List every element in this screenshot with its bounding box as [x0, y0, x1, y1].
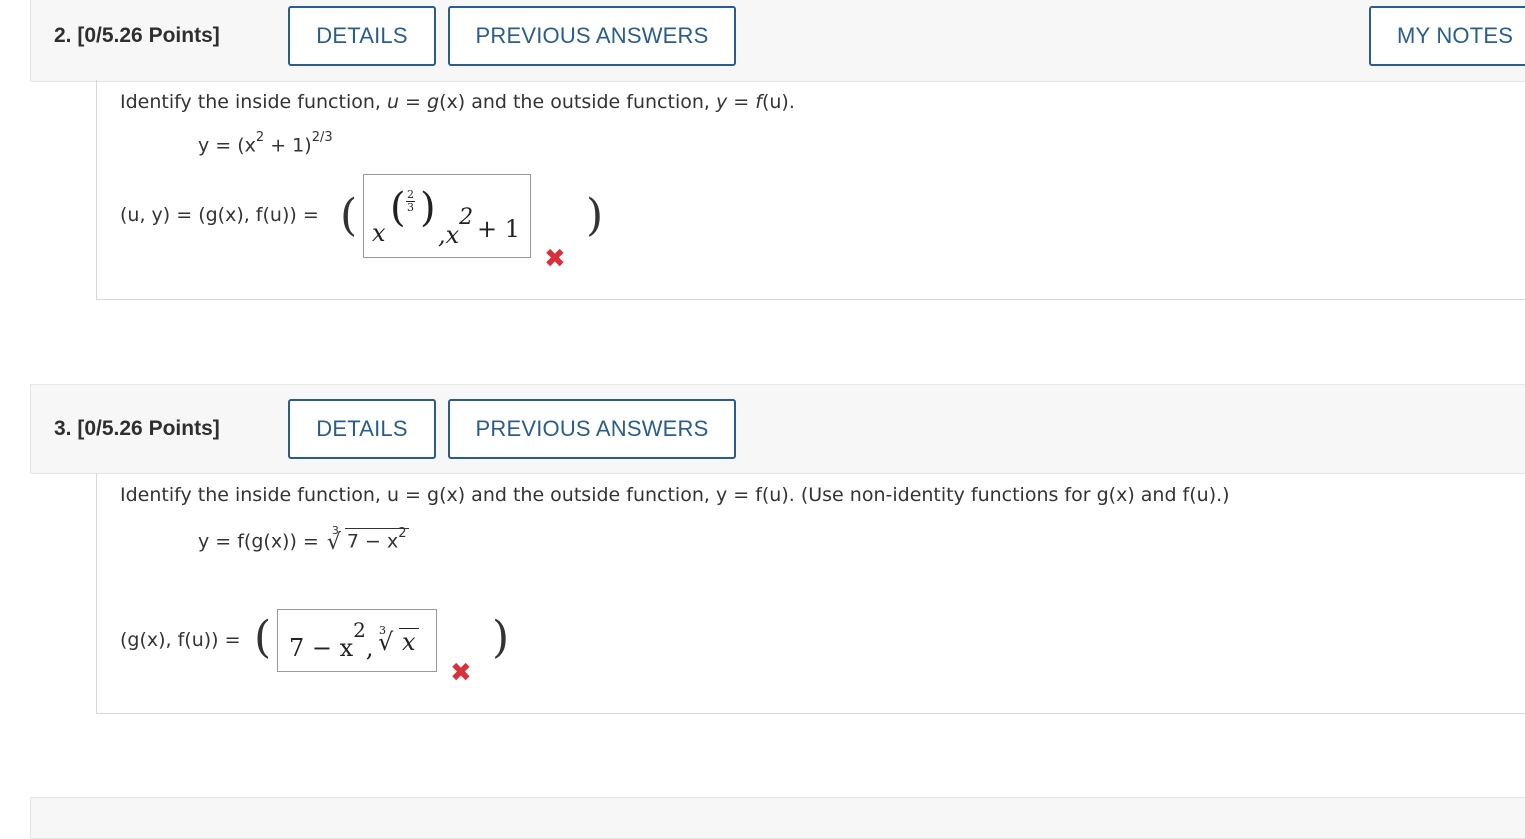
answer-label: (u, y) = (g(x), f(u)) = [120, 204, 319, 226]
close-paren: ) [492, 612, 510, 663]
question-3-prompt: Identify the inside function, u = g(x) a… [120, 484, 1230, 506]
question-2-header: 2. [0/5.26 Points] [30, 0, 1525, 82]
question-3-body [96, 473, 1525, 714]
previous-answers-button[interactable]: PREVIOUS ANSWERS [448, 6, 736, 66]
close-paren: ) [586, 190, 604, 241]
my-notes-button[interactable]: MY NOTES [1369, 6, 1525, 66]
question-3-title: 3. [0/5.26 Points] [54, 417, 220, 440]
question-2-equation: y = (x2 + 1)2/3 [198, 130, 333, 157]
previous-answers-button[interactable]: PREVIOUS ANSWERS [448, 399, 736, 459]
question-2-title: 2. [0/5.26 Points] [54, 24, 220, 47]
details-button[interactable]: DETAILS [288, 6, 436, 66]
question-2-prompt: Identify the inside function, u = g(x) a… [120, 91, 795, 113]
question-3-equation: y = f(g(x)) = 3 √ 7 − x2 [198, 524, 409, 555]
question-2-body [96, 80, 1525, 300]
answer-input[interactable]: 7 − x2, 3 √ x [277, 609, 437, 672]
question-4-header [30, 797, 1525, 839]
question-3-header: 3. [0/5.26 Points] [30, 384, 1525, 474]
open-paren: ( [340, 190, 358, 241]
details-button[interactable]: DETAILS [288, 399, 436, 459]
incorrect-icon: ✖ [450, 658, 472, 688]
answer-label: (g(x), f(u)) = [120, 629, 241, 651]
open-paren: ( [254, 612, 272, 663]
incorrect-icon: ✖ [544, 244, 566, 274]
answer-input[interactable]: x ( 2 3 ) ,x2 + 1 [363, 174, 531, 258]
